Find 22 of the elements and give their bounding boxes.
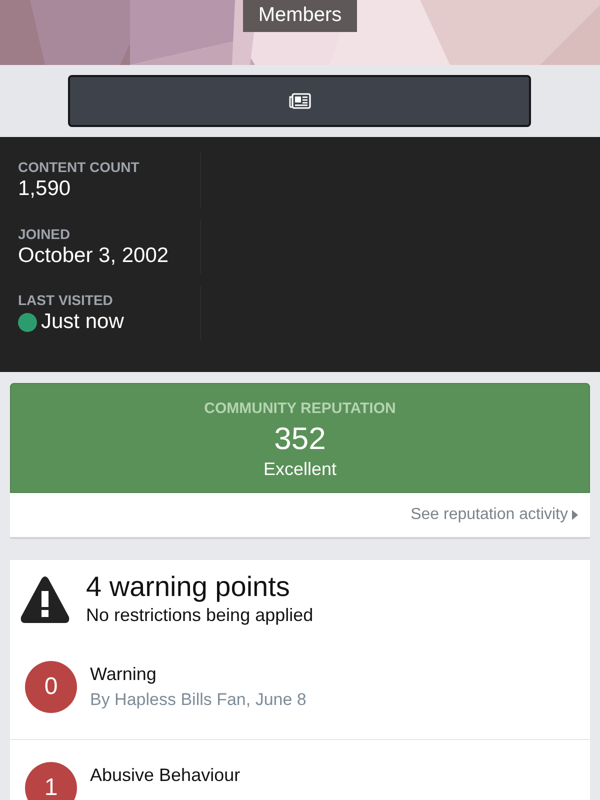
- stat-label: JOINED: [18, 224, 72, 242]
- warning-points-title: 4 warning points: [86, 571, 291, 603]
- stat-value: 1,590: [18, 176, 71, 202]
- caret-icon: [572, 510, 578, 520]
- warning-points-badge: 0: [25, 661, 77, 713]
- warning-restrictions-text: No restrictions being applied: [86, 604, 314, 627]
- stat-value: October 3, 2002: [18, 242, 169, 268]
- reputation-label: COMMUNITY REPUTATION: [203, 400, 397, 418]
- reputation-score: 352: [273, 421, 327, 457]
- stat-label: CONTENT COUNT: [18, 158, 140, 176]
- warning-title[interactable]: Warning: [90, 662, 306, 686]
- warning-icon: [20, 576, 70, 622]
- stat-label: LAST VISITED: [18, 291, 114, 309]
- reputation-rank: Excellent: [262, 458, 338, 481]
- newspaper-icon: [288, 93, 310, 109]
- members-tab[interactable]: Members: [243, 0, 357, 32]
- stat-value: Just now: [41, 309, 124, 335]
- newsfeed-button[interactable]: [68, 75, 531, 127]
- warning-byline: By Hapless Bills Fan, June 8: [90, 689, 306, 711]
- reputation-activity-link[interactable]: See reputation activity: [410, 506, 568, 524]
- warning-title[interactable]: Abusive Behaviour: [90, 763, 240, 787]
- warning-points-badge: 1: [25, 762, 77, 800]
